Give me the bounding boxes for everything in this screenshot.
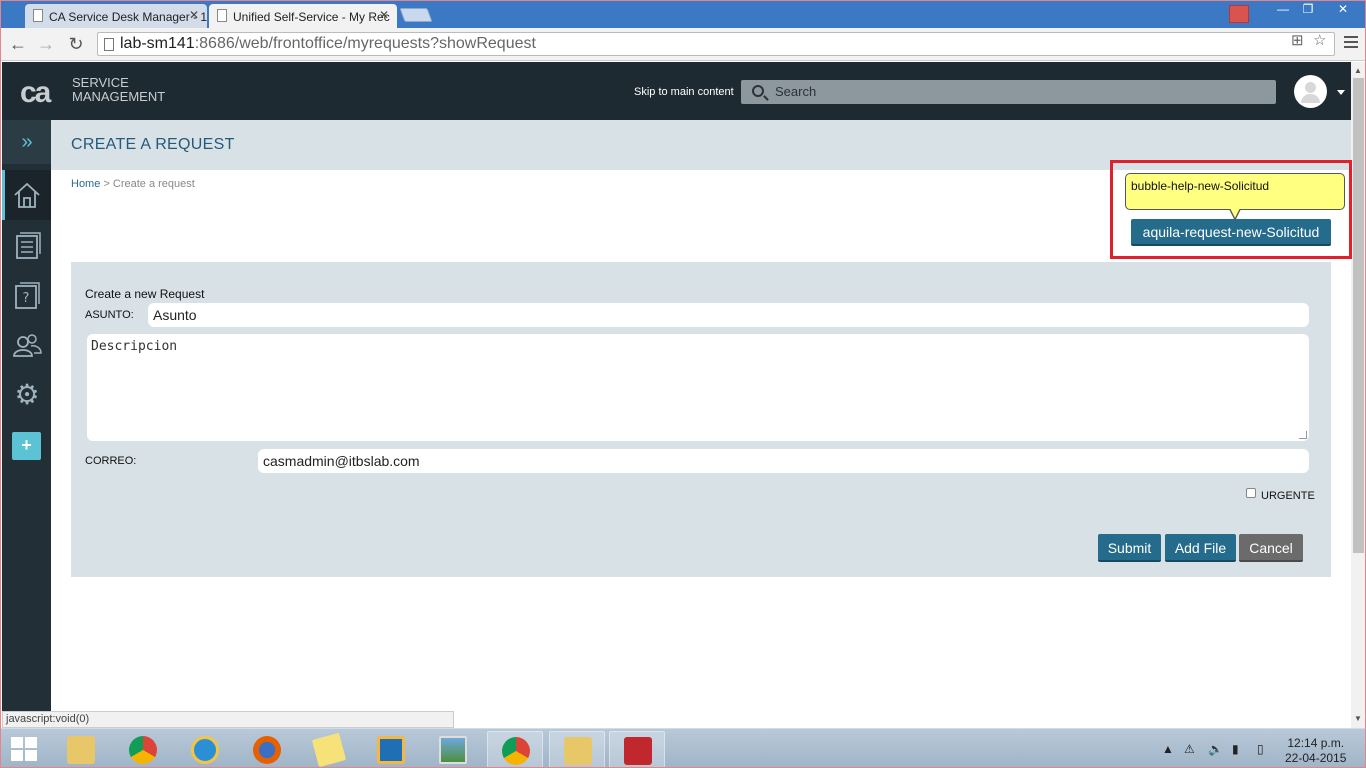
page-icon [33,9,43,22]
form-heading: Create a new Request [85,287,205,301]
firefox-icon[interactable] [239,731,295,767]
sidebar: » ? ⚙ + [2,120,51,728]
system-clock[interactable]: 12:14 p.m. 22-04-2015 [1285,736,1346,766]
network-status-icon[interactable]: ⚠ [1184,742,1195,756]
sidebar-item-home[interactable] [2,170,51,220]
toolbox-icon[interactable] [609,731,665,767]
urgente-checkbox[interactable] [1246,488,1256,498]
asunto-label: ASUNTO: [85,309,134,321]
sidebar-item-knowledge[interactable]: ? [2,270,51,320]
chevron-down-icon[interactable] [1337,90,1345,95]
product-name: SERVICE MANAGEMENT [72,76,165,104]
outlook-icon[interactable] [363,731,419,767]
address-bar[interactable]: lab-sm141:8686/web/frontoffice/myrequest… [97,32,1335,56]
avatar[interactable] [1294,75,1327,108]
scrollbar-thumb[interactable] [1353,78,1364,553]
question-document-icon: ? [15,282,40,309]
translate-icon[interactable]: ⊞ [1291,31,1304,49]
url-path: :8686/web/frontoffice/myrequests?showReq… [194,35,536,52]
profile-icon[interactable] [1229,5,1249,23]
help-bubble-tail-fill [1230,208,1240,218]
forward-arrow-icon[interactable]: → [35,33,57,55]
browser-menu-icon[interactable] [1344,36,1358,48]
resize-handle-icon[interactable] [1299,431,1307,439]
svg-text:?: ? [23,291,30,306]
new-tab-button[interactable] [399,8,433,22]
page-icon [104,38,114,51]
back-arrow-icon[interactable]: ← [7,33,29,55]
correo-label: CORREO: [85,455,137,467]
page-title: CREATE A REQUEST [71,136,235,153]
tab-service-desk[interactable]: CA Service Desk Manager - 1 ✕ [25,4,207,28]
sidebar-item-my-requests[interactable] [2,220,51,270]
vertical-scrollbar[interactable]: ▲ ▼ [1351,62,1365,728]
breadcrumb-separator: > [100,178,113,190]
show-hidden-icons-icon[interactable]: ▲ [1162,742,1174,756]
sidebar-item-community[interactable] [2,320,51,370]
submit-button[interactable]: Submit [1098,534,1161,562]
tab-title: Unified Self-Service - My Rec [233,10,390,24]
tab-title: CA Service Desk Manager - 1 [49,10,207,24]
skip-to-main-link[interactable]: Skip to main content [634,86,734,98]
add-button[interactable]: + [12,432,41,460]
search-icon [752,85,764,97]
correo-input[interactable]: casmadmin@itbslab.com [258,449,1309,473]
breadcrumb-home-link[interactable]: Home [71,178,100,190]
scroll-down-icon[interactable]: ▼ [1354,714,1362,723]
cancel-button[interactable]: Cancel [1239,534,1303,562]
url-host: lab-sm141 [120,35,195,52]
document-list-icon [16,232,41,259]
internet-explorer-icon[interactable] [177,731,233,767]
taskbar: ▲ ⚠ 🔊 ▮ ▯ 12:14 p.m. 22-04-2015 [1,728,1365,767]
ca-logo[interactable]: ca [20,76,51,110]
product-name-line2: MANAGEMENT [72,89,166,104]
urgente-label: URGENTE [1261,490,1315,502]
page-icon [217,9,227,22]
volume-icon[interactable]: 🔊 [1208,742,1223,756]
product-name-line1: SERVICE [72,75,129,90]
close-tab-icon[interactable]: ✕ [189,8,199,22]
asunto-input[interactable]: Asunto [148,303,1309,327]
scroll-up-icon[interactable]: ▲ [1354,66,1362,75]
clock-date: 22-04-2015 [1285,751,1347,765]
browser-window: CA Service Desk Manager - 1 ✕ Unified Se… [0,0,1366,768]
search-input[interactable]: Search [741,80,1276,104]
windows-start-icon[interactable] [11,737,39,763]
add-file-button[interactable]: Add File [1165,534,1236,562]
chrome-icon[interactable] [115,731,171,767]
sticky-notes-icon[interactable] [301,731,357,767]
tab-self-service[interactable]: Unified Self-Service - My Rec ✕ [209,4,397,28]
close-tab-icon[interactable]: ✕ [379,8,389,22]
chevron-double-right-icon: » [21,131,33,153]
sidebar-item-settings[interactable]: ⚙ [2,370,51,420]
sidebar-item-expand[interactable]: » [2,120,51,164]
search-placeholder: Search [775,84,817,99]
users-icon [13,334,42,357]
signal-icon[interactable]: ▮ [1232,742,1239,756]
status-bar: javascript:void(0) [2,711,454,728]
file-explorer-icon[interactable] [53,731,109,767]
app-header: ca SERVICE MANAGEMENT Skip to main conte… [2,62,1351,120]
home-icon [14,182,40,208]
breadcrumb-current: Create a request [112,178,195,190]
chrome-icon[interactable] [487,731,543,767]
create-request-form: Create a new Request ASUNTO: Asunto Desc… [71,262,1331,577]
breadcrumb: Home > Create a request [71,178,195,190]
bookmark-star-icon[interactable]: ☆ [1313,31,1326,49]
help-bubble: bubble-help-new-Solicitud [1125,173,1345,210]
descripcion-value: Descripcion [91,339,178,354]
gear-icon: ⚙ [14,379,40,410]
restore-button[interactable]: ❐ [1293,1,1323,19]
battery-icon[interactable]: ▯ [1257,742,1264,756]
browser-toolbar: ← → ↻ lab-sm141:8686/web/frontoffice/myr… [1,28,1365,61]
file-explorer-icon[interactable] [549,731,605,767]
close-window-button[interactable]: ✕ [1326,1,1360,19]
descripcion-textarea[interactable]: Descripcion [87,334,1309,441]
tab-strip: CA Service Desk Manager - 1 ✕ Unified Se… [1,1,1365,28]
picture-viewer-icon[interactable] [425,731,481,767]
clock-time: 12:14 p.m. [1287,736,1345,750]
aquila-request-button[interactable]: aquila-request-new-Solicitud [1131,219,1331,246]
reload-icon[interactable]: ↻ [65,33,87,55]
